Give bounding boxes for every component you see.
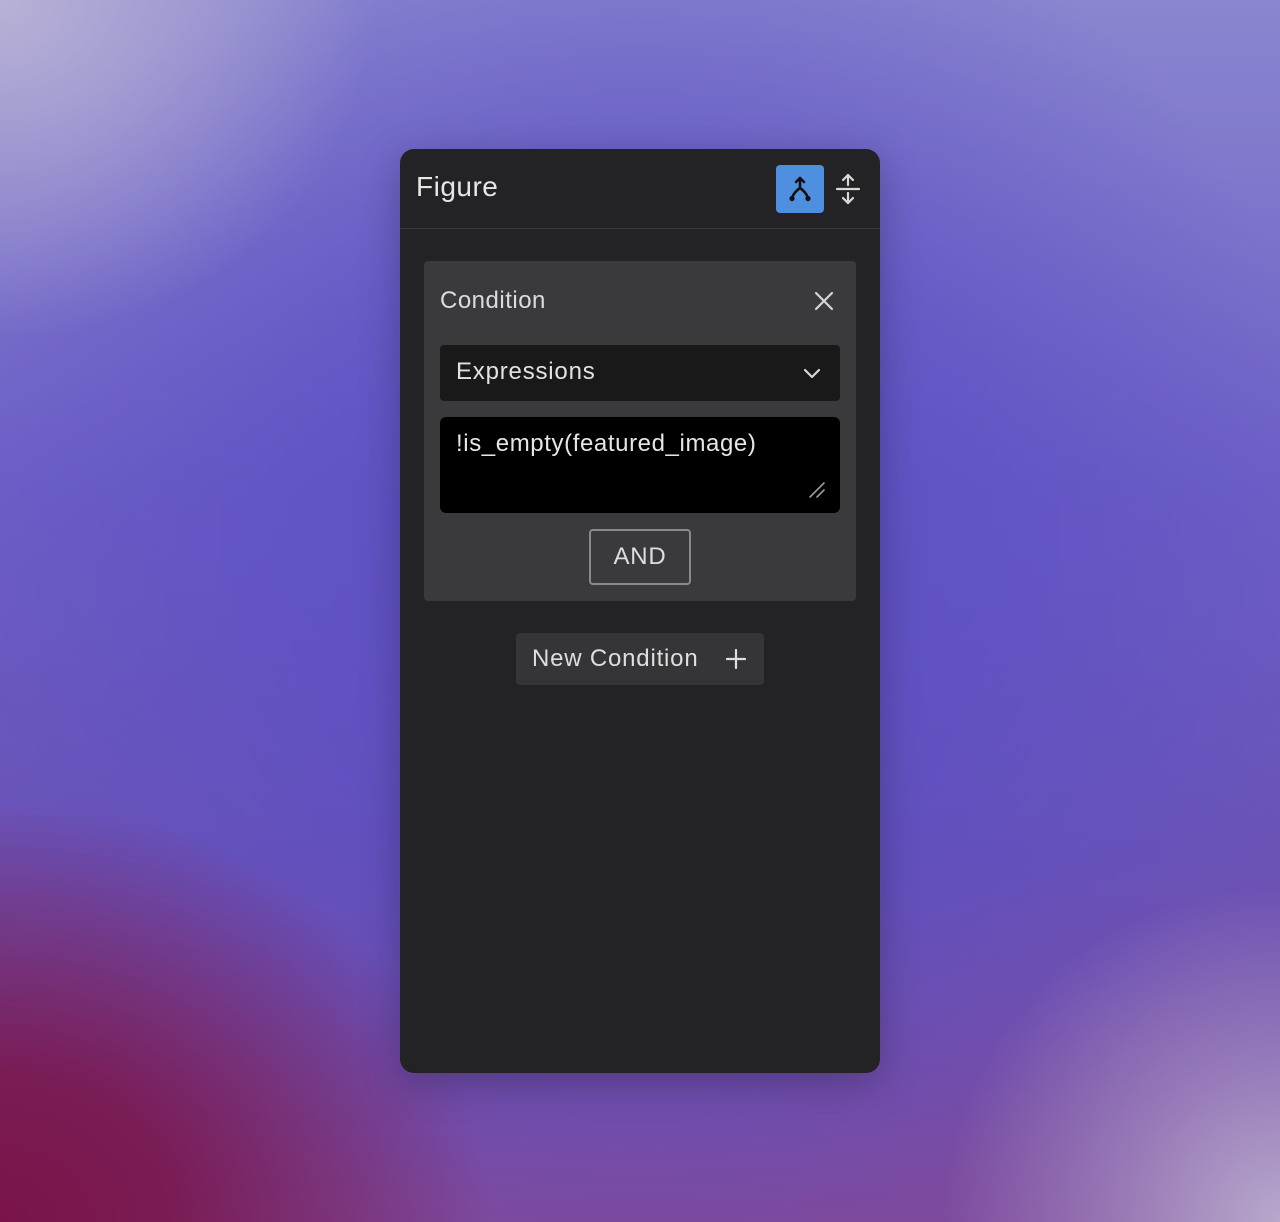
condition-card: Condition Expressions !is_empty(featured… xyxy=(424,261,856,601)
expression-value: !is_empty(featured_image) xyxy=(456,430,757,457)
remove-condition-button[interactable] xyxy=(808,285,840,317)
resize-handle-icon[interactable] xyxy=(808,481,826,499)
new-condition-button[interactable]: New Condition xyxy=(516,633,764,685)
condition-title: Condition xyxy=(440,287,546,314)
vertical-expand-icon xyxy=(835,173,861,205)
close-icon xyxy=(814,291,834,311)
new-condition-label: New Condition xyxy=(532,645,699,672)
branch-merge-icon xyxy=(789,176,811,202)
and-button[interactable]: AND xyxy=(589,529,691,585)
panel-header: Figure xyxy=(400,149,880,229)
plus-icon xyxy=(725,648,747,670)
chevron-down-icon xyxy=(803,368,821,379)
condition-type-value: Expressions xyxy=(456,358,596,385)
panel-title: Figure xyxy=(416,171,499,202)
conditions-panel: Figure Condition Expressions !is_empty(f… xyxy=(400,149,880,1073)
expand-collapse-button[interactable] xyxy=(832,169,864,209)
conditions-toggle-button[interactable] xyxy=(776,165,824,213)
condition-type-select[interactable]: Expressions xyxy=(440,345,840,401)
expression-textarea[interactable]: !is_empty(featured_image) xyxy=(440,417,840,513)
